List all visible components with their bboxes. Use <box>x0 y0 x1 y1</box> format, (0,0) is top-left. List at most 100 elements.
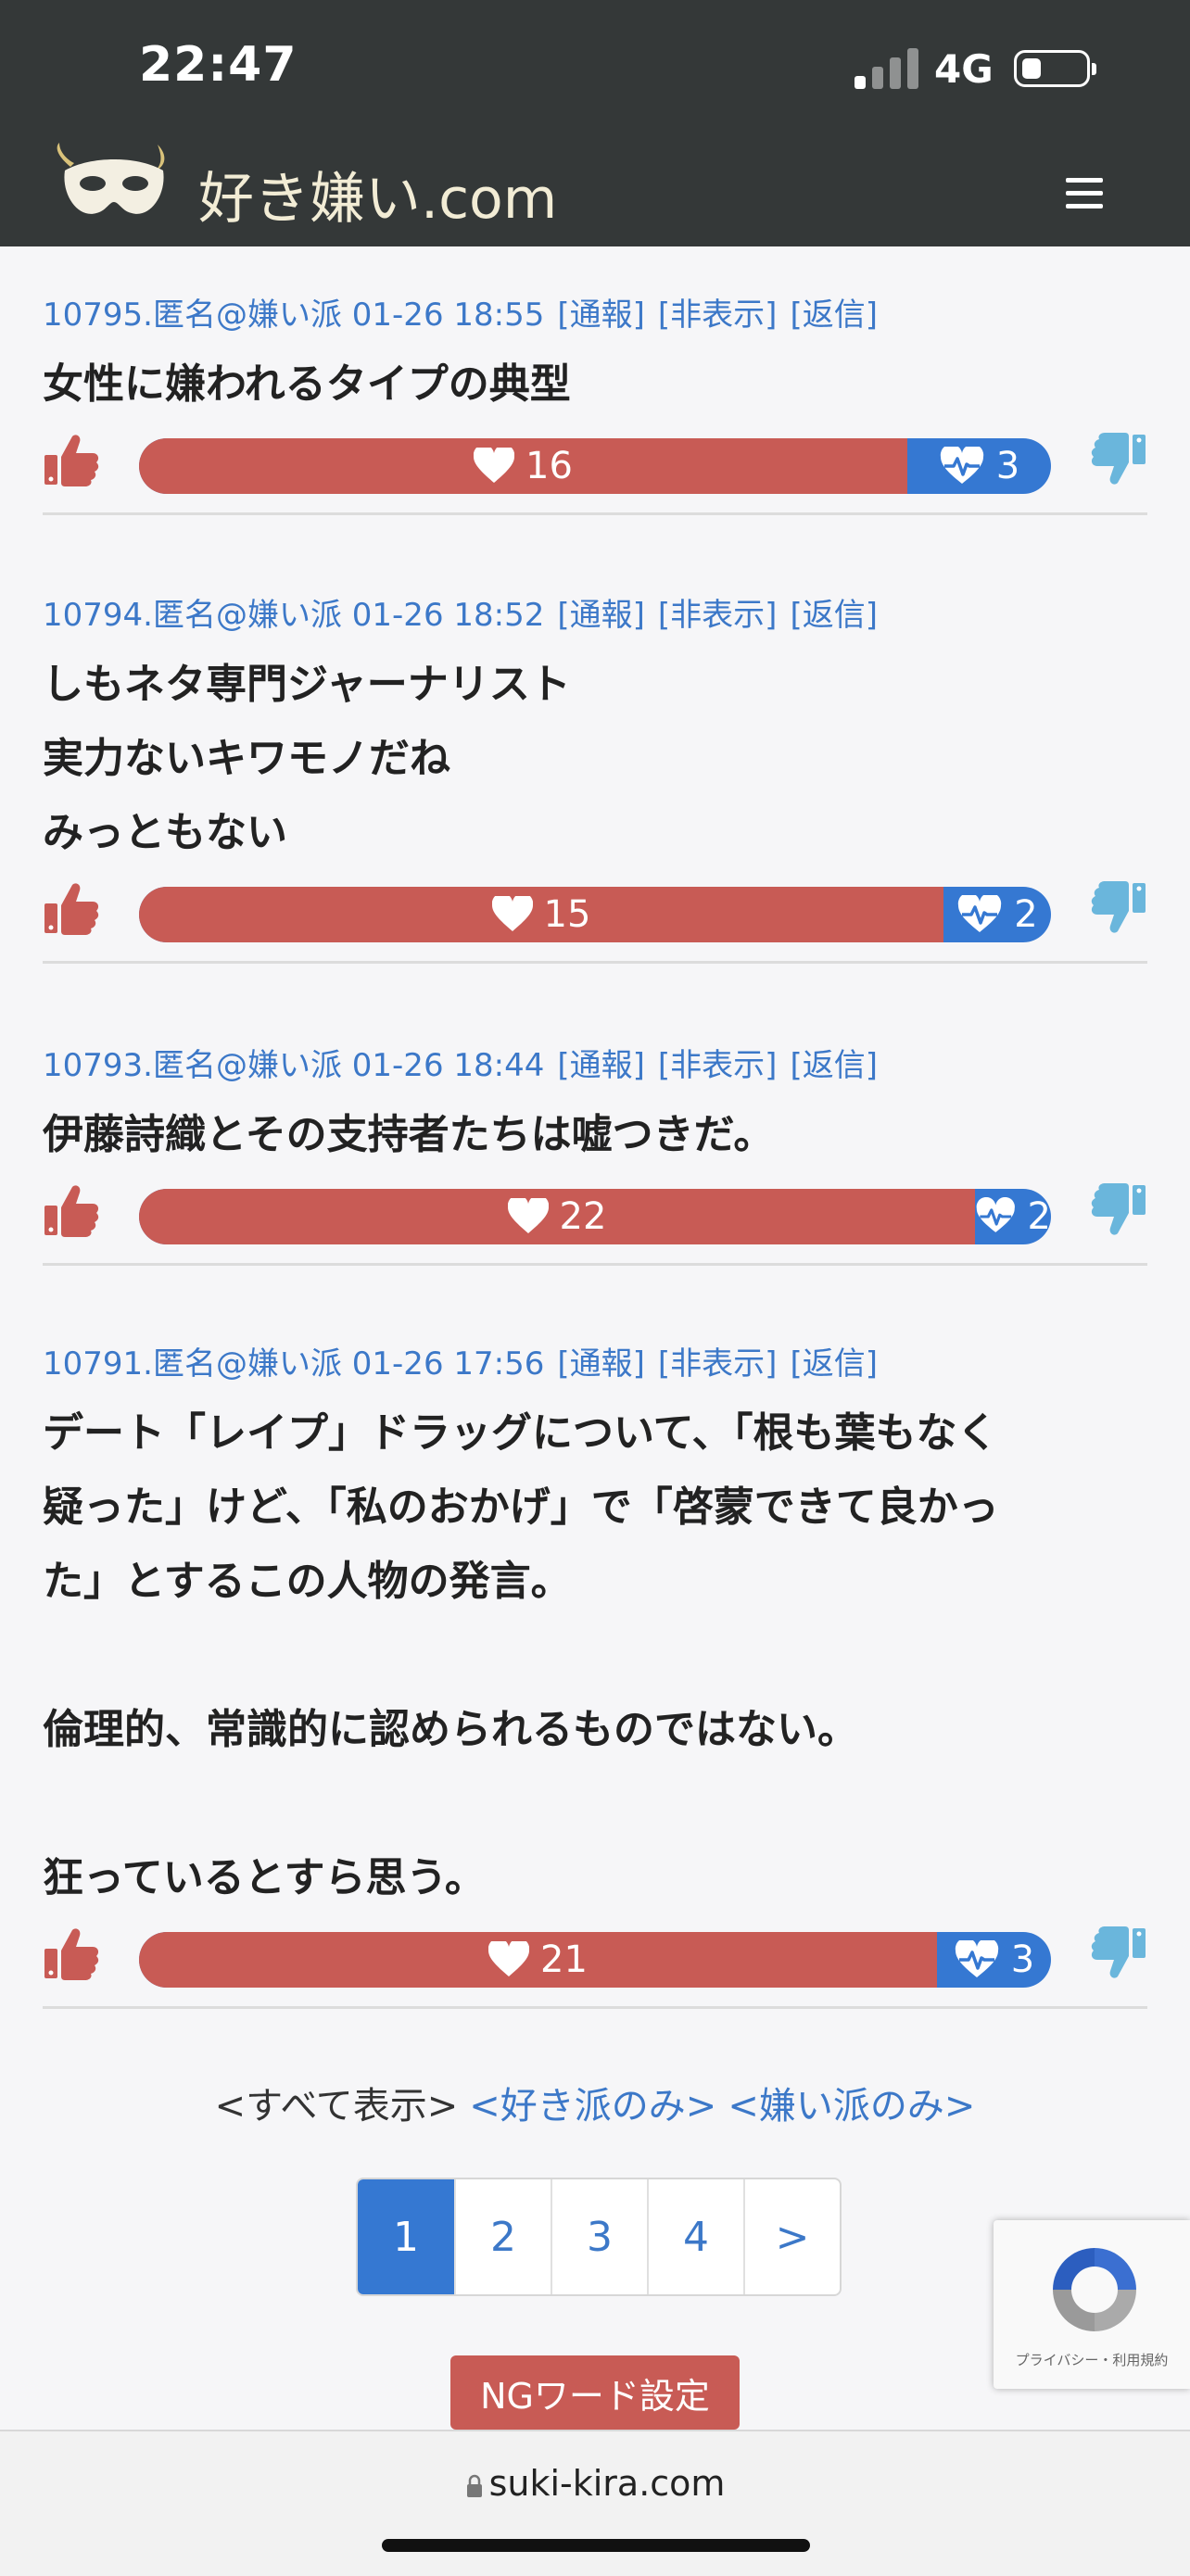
hide-link[interactable]: [非表示] <box>658 1047 778 1084</box>
like-count: 15 <box>139 887 943 942</box>
comment-body: デート「レイプ」ドラッグについて、「根も葉もなく 疑った」けど、「私のおかげ」で「… <box>43 1396 1147 1915</box>
heart-icon <box>488 1941 530 1976</box>
hamburger-menu-icon[interactable] <box>1066 178 1103 211</box>
reply-link[interactable]: [返信] <box>790 597 878 634</box>
hide-link[interactable]: [非表示] <box>658 597 778 634</box>
comment-meta: 10793.匿名@嫌い派 01-26 18:44 [通報] [非表示] [返信] <box>43 1040 1147 1085</box>
comment-meta: 10795.匿名@嫌い派 01-26 18:55 [通報] [非表示] [返信] <box>43 289 1147 335</box>
comment-meta: 10791.匿名@嫌い派 01-26 17:56 [通報] [非表示] [返信] <box>43 1338 1147 1383</box>
comment-author-date[interactable]: 10793.匿名@嫌い派 01-26 18:44 <box>43 1047 544 1084</box>
filter-links: <すべて表示> <好き派のみ> <嫌い派のみ> <box>0 2076 1190 2129</box>
status-time: 22:47 <box>139 37 298 93</box>
browser-url-bar[interactable]: suki-kira.com <box>0 2430 1190 2576</box>
vote-row: 22 2 <box>43 1181 1147 1248</box>
thumbs-up-icon[interactable] <box>43 1925 100 1982</box>
comment-author-date[interactable]: 10791.匿名@嫌い派 01-26 17:56 <box>43 1345 544 1383</box>
page-4-button[interactable]: 4 <box>647 2179 743 2294</box>
comment-line: 実力ないキワモノだね <box>43 735 450 782</box>
report-link[interactable]: [通報] <box>557 1345 645 1383</box>
comment-divider <box>43 1263 1147 1266</box>
report-link[interactable]: [通報] <box>557 1047 645 1084</box>
filter-dislike-only-link[interactable]: <嫌い派のみ> <box>728 2085 975 2128</box>
like-count: 22 <box>139 1189 975 1244</box>
thumbs-down-icon[interactable] <box>1090 879 1147 937</box>
comment-line: 伊藤詩織とその支持者たちは嘘つきだ。 <box>43 1111 775 1158</box>
thumbs-down-icon[interactable] <box>1090 431 1147 488</box>
comment-meta: 10794.匿名@嫌い派 01-26 18:52 [通報] [非表示] [返信] <box>43 589 1147 635</box>
comment-line: 倫理的、常識的に認められるものではない。 <box>43 1706 858 1753</box>
heart-pulse-icon <box>976 1197 1015 1232</box>
thumbs-up-icon[interactable] <box>43 879 100 937</box>
comment-line: た」とするこの人物の発言。 <box>43 1558 572 1605</box>
vote-row: 16 3 <box>43 431 1147 498</box>
vote-ratio-bar: 21 3 <box>139 1932 1051 1988</box>
comment-line <box>43 1619 1147 1693</box>
hide-link[interactable]: [非表示] <box>658 297 778 334</box>
like-count-value: 15 <box>543 893 591 936</box>
page-3-button[interactable]: 3 <box>551 2179 647 2294</box>
dislike-count: 3 <box>907 438 1051 494</box>
comment-line: 女性に嫌われるタイプの典型 <box>43 360 571 408</box>
comment-line: 疑った」けど、「私のおかげ」で「啓蒙できて良かっ <box>43 1484 999 1531</box>
hide-link[interactable]: [非表示] <box>658 1345 778 1383</box>
comment-author-date[interactable]: 10794.匿名@嫌い派 01-26 18:52 <box>43 597 544 634</box>
comment-body: しもネタ専門ジャーナリスト 実力ないキワモノだね みっともない <box>43 648 1147 870</box>
dislike-count: 3 <box>937 1932 1051 1988</box>
heart-icon <box>491 896 533 931</box>
page-2-button[interactable]: 2 <box>454 2179 551 2294</box>
thumbs-down-icon[interactable] <box>1090 1181 1147 1239</box>
like-count-value: 22 <box>559 1195 607 1238</box>
recaptcha-icon <box>1053 2248 1136 2331</box>
reply-link[interactable]: [返信] <box>790 297 878 334</box>
comment-body: 女性に嫌われるタイプの典型 <box>43 347 1147 422</box>
like-count: 16 <box>139 438 907 494</box>
comment-line: 狂っているとすら思う。 <box>43 1854 486 1901</box>
dislike-count-value: 2 <box>1014 893 1038 936</box>
lock-icon <box>466 2474 482 2497</box>
vote-row: 15 2 <box>43 879 1147 946</box>
filter-all-link[interactable]: <すべて表示> <box>215 2085 459 2128</box>
home-indicator[interactable] <box>382 2539 810 2552</box>
dislike-count-value: 3 <box>995 445 1020 487</box>
page-1-button[interactable]: 1 <box>358 2179 454 2294</box>
like-count-value: 21 <box>540 1938 588 1981</box>
mask-logo-icon[interactable] <box>46 139 182 232</box>
site-header: 22:47 4G 好き嫌い.com <box>0 0 1190 246</box>
comment-post: 10795.匿名@嫌い派 01-26 18:55 [通報] [非表示] [返信] 女性に… <box>43 289 1147 498</box>
reply-link[interactable]: [返信] <box>790 1047 878 1084</box>
thumbs-up-icon[interactable] <box>43 1181 100 1239</box>
heart-icon <box>507 1198 549 1233</box>
site-logo-text[interactable]: 好き嫌い.com <box>198 154 557 234</box>
comment-divider <box>43 512 1147 515</box>
comment-divider <box>43 961 1147 964</box>
comment-post: 10791.匿名@嫌い派 01-26 17:56 [通報] [非表示] [返信] デート… <box>43 1338 1147 1991</box>
next-page-button[interactable]: > <box>743 2179 840 2294</box>
recaptcha-badge[interactable]: プライバシー・利用規約 <box>994 2220 1190 2389</box>
url-text: suki-kira.com <box>488 2463 726 2504</box>
report-link[interactable]: [通報] <box>557 297 645 334</box>
heart-pulse-icon <box>940 447 983 484</box>
vote-ratio-bar: 16 3 <box>139 438 1051 494</box>
comment-body: 伊藤詩織とその支持者たちは嘘つきだ。 <box>43 1098 1147 1172</box>
cellular-signal-icon <box>855 46 919 89</box>
heart-pulse-icon <box>955 1940 998 1977</box>
comment-post: 10794.匿名@嫌い派 01-26 18:52 [通報] [非表示] [返信] しもネ… <box>43 589 1147 946</box>
comment-line: みっともない <box>43 809 287 856</box>
dislike-count: 2 <box>975 1189 1051 1244</box>
report-link[interactable]: [通報] <box>557 597 645 634</box>
thumbs-up-icon[interactable] <box>43 431 100 488</box>
filter-like-only-link[interactable]: <好き派のみ> <box>469 2085 716 2128</box>
reply-link[interactable]: [返信] <box>790 1345 878 1383</box>
recaptcha-privacy-terms[interactable]: プライバシー・利用規約 <box>994 2350 1190 2369</box>
comment-line <box>43 1767 1147 1841</box>
thumbs-down-icon[interactable] <box>1090 1925 1147 1982</box>
dislike-count-value: 2 <box>1027 1195 1051 1238</box>
ng-word-settings-button[interactable]: NGワード設定 <box>450 2355 740 2430</box>
comment-author-date[interactable]: 10795.匿名@嫌い派 01-26 18:55 <box>43 297 544 334</box>
like-count-value: 16 <box>525 445 573 487</box>
like-count: 21 <box>139 1932 937 1988</box>
comment-line: しもネタ専門ジャーナリスト <box>43 661 571 708</box>
heart-icon <box>474 448 515 483</box>
heart-pulse-icon <box>958 895 1002 932</box>
comment-post: 10793.匿名@嫌い派 01-26 18:44 [通報] [非表示] [返信] 伊藤詩… <box>43 1040 1147 1248</box>
